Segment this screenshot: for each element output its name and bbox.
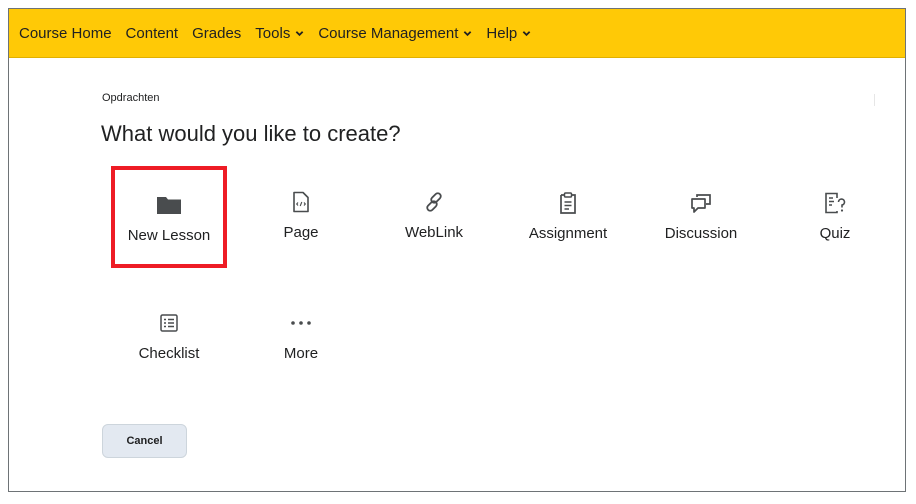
nav-course-management-label: Course Management: [318, 24, 459, 42]
nav-help[interactable]: Help: [486, 25, 531, 42]
quiz-icon: [777, 191, 893, 215]
nav-course-home-label: Course Home: [19, 24, 112, 42]
option-new-lesson[interactable]: New Lesson: [111, 167, 227, 267]
nav-course-management[interactable]: Course Management: [318, 25, 472, 42]
option-quiz[interactable]: Quiz: [777, 165, 893, 265]
checklist-icon: [111, 311, 227, 335]
option-assignment-label: Assignment: [528, 225, 608, 242]
option-checklist-label: Checklist: [138, 345, 200, 362]
option-more-label: More: [283, 345, 319, 362]
scrollbar: [874, 94, 875, 106]
option-discussion-label: Discussion: [664, 225, 738, 242]
breadcrumb[interactable]: Opdrachten: [102, 92, 159, 104]
option-more[interactable]: More: [243, 285, 359, 385]
cancel-button[interactable]: Cancel: [102, 424, 187, 458]
course-navbar: Course Home Content Grades Tools Course …: [9, 9, 905, 58]
option-page[interactable]: Page: [243, 164, 359, 264]
page-title: What would you like to create?: [101, 121, 401, 146]
nav-content-label: Content: [125, 24, 179, 42]
option-new-lesson-label: New Lesson: [127, 227, 211, 244]
option-page-label: Page: [283, 224, 319, 241]
option-checklist[interactable]: Checklist: [111, 285, 227, 385]
nav-help-label: Help: [486, 24, 518, 42]
option-quiz-label: Quiz: [819, 225, 851, 242]
nav-grades-label: Grades: [192, 24, 242, 42]
nav-tools-label: Tools: [255, 24, 291, 42]
chevron-down-icon: [296, 30, 304, 36]
nav-course-home[interactable]: Course Home: [19, 25, 112, 42]
chevron-down-icon: [522, 30, 531, 36]
chevron-down-icon: [464, 30, 472, 36]
option-weblink[interactable]: WebLink: [376, 164, 492, 264]
html-page-icon: [243, 190, 359, 214]
create-dialog: Course Home Content Grades Tools Course …: [8, 8, 906, 492]
option-weblink-label: WebLink: [404, 224, 464, 241]
nav-content[interactable]: Content: [126, 25, 179, 42]
discussion-icon: [643, 191, 759, 215]
link-icon: [376, 190, 492, 214]
assignment-icon: [510, 191, 626, 215]
folder-icon: [111, 193, 227, 217]
option-discussion[interactable]: Discussion: [643, 165, 759, 265]
more-icon: [243, 311, 359, 335]
option-assignment[interactable]: Assignment: [510, 165, 626, 265]
nav-tools[interactable]: Tools: [255, 25, 304, 42]
nav-grades[interactable]: Grades: [192, 25, 241, 42]
